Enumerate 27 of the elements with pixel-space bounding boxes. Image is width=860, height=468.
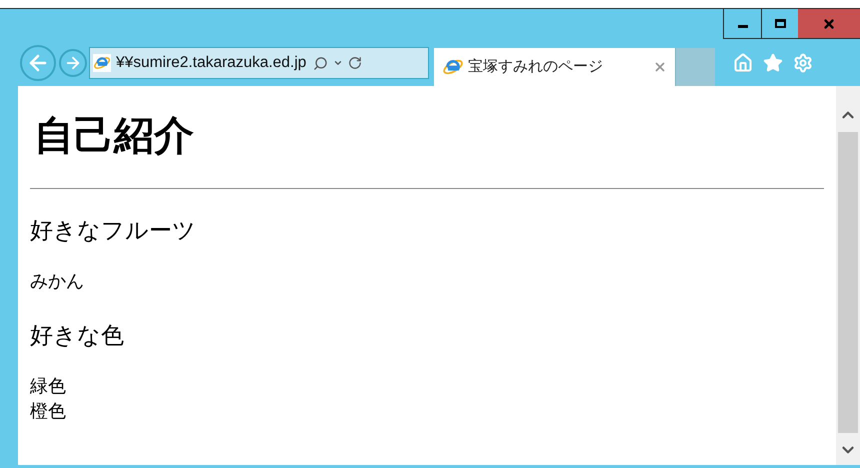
address-text: ¥¥sumire2.takarazuka.ed.jp <box>116 53 306 74</box>
favorites-icon[interactable] <box>763 53 783 73</box>
back-button[interactable] <box>20 45 56 81</box>
home-icon[interactable] <box>733 53 753 73</box>
section-heading: 好きな色 <box>30 322 125 351</box>
page-icon <box>93 54 111 72</box>
page-heading: 自己紹介 <box>34 112 195 161</box>
maximize-icon <box>774 19 786 28</box>
body-text: みかん <box>30 270 85 294</box>
search-icon[interactable] <box>313 56 328 70</box>
address-field[interactable]: ¥¥sumire2.takarazuka.ed.jp <box>89 47 429 79</box>
dropdown-icon[interactable] <box>333 58 344 68</box>
close-tab-icon[interactable] <box>653 60 667 74</box>
close-icon <box>822 16 836 30</box>
refresh-icon[interactable] <box>348 56 362 70</box>
body-text: 橙色 <box>30 400 67 424</box>
scrollbar-thumb[interactable] <box>838 132 858 433</box>
scrollbar[interactable] <box>836 86 860 465</box>
close-button[interactable] <box>798 9 860 38</box>
minimize-icon <box>738 25 748 28</box>
body-text: 緑色 <box>30 375 67 399</box>
forward-button[interactable] <box>59 49 87 77</box>
browser-tab[interactable]: 宝塚すみれのページ <box>434 48 675 86</box>
section-heading: 好きなフルーツ <box>30 217 197 246</box>
settings-icon[interactable] <box>793 53 813 73</box>
forward-icon <box>64 54 82 72</box>
tab-title: 宝塚すみれのページ <box>468 56 603 77</box>
